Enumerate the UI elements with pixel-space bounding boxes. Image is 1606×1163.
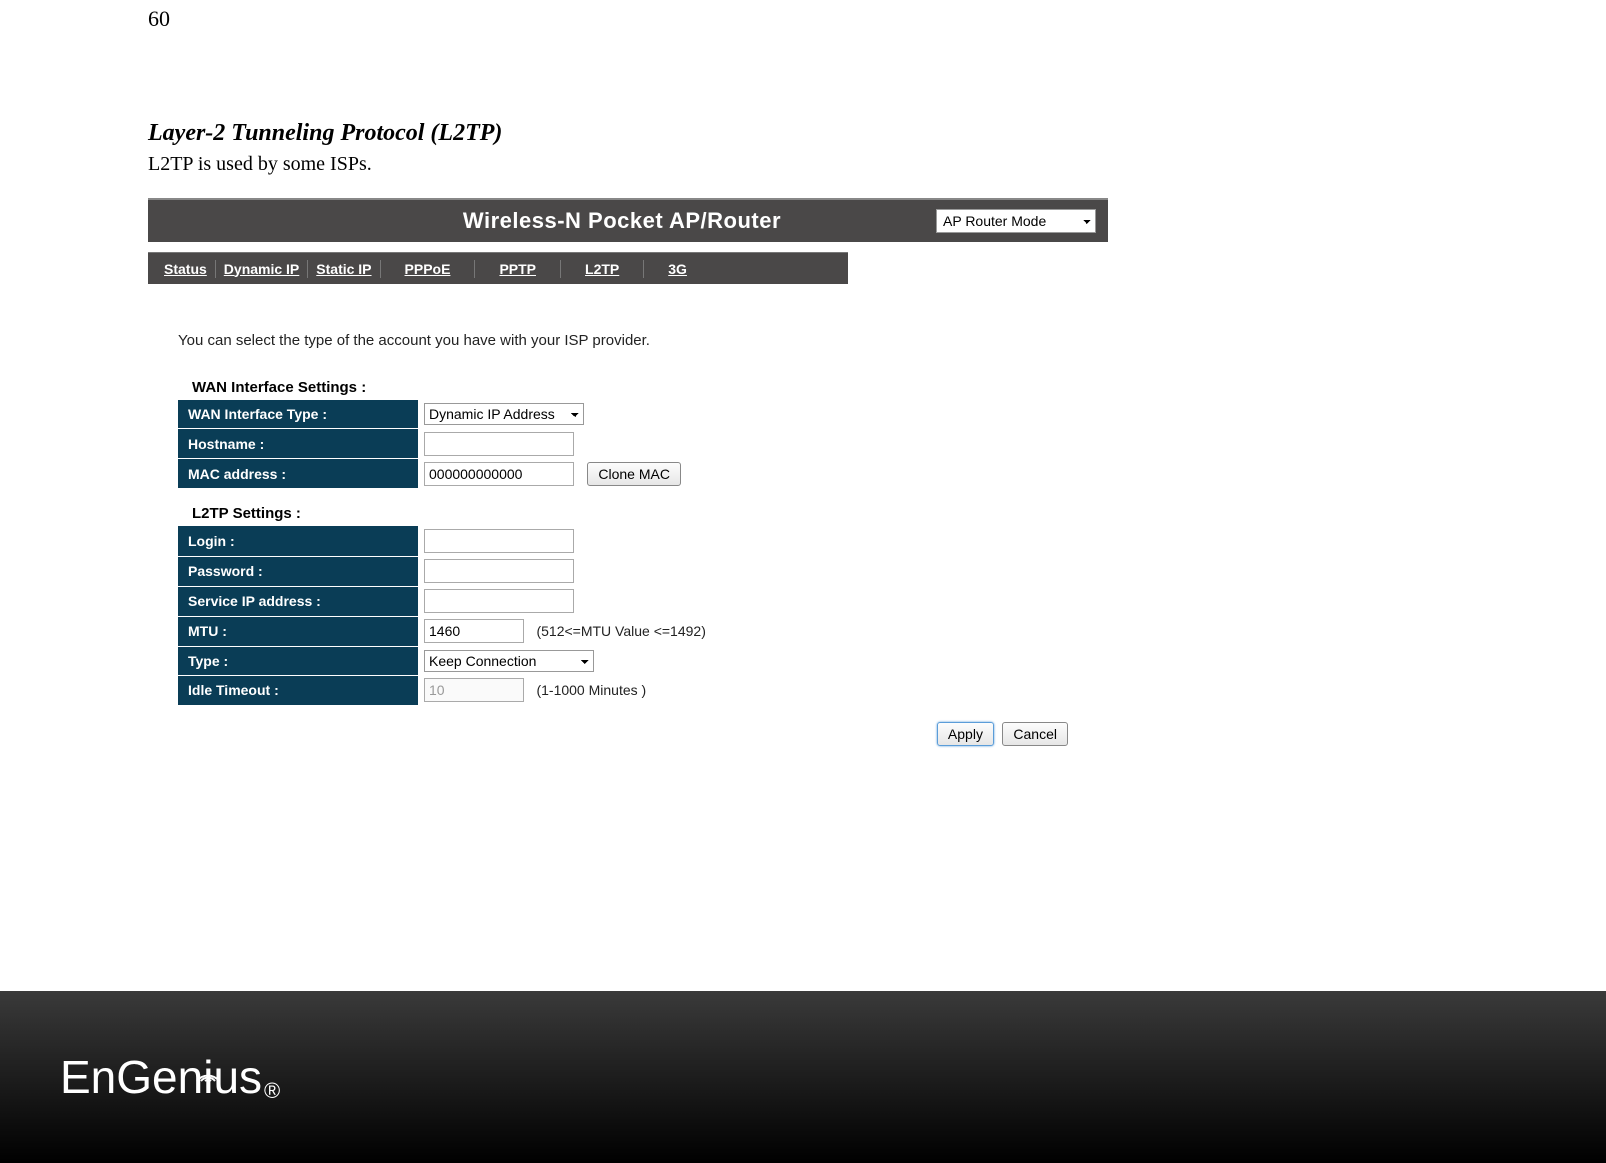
label-hostname: Hostname : (178, 429, 418, 459)
row-type: Type : Keep Connection (178, 646, 712, 675)
cancel-button[interactable]: Cancel (1002, 722, 1068, 746)
label-password: Password : (178, 556, 418, 586)
service-ip-input[interactable] (424, 589, 574, 613)
nav-tabs: Status Dynamic IP Static IP PPPoE PPTP L… (148, 252, 848, 284)
router-admin-panel: Wireless-N Pocket AP/Router AP Router Mo… (148, 198, 1108, 746)
label-wan-type: WAN Interface Type : (178, 400, 418, 429)
tab-l2tp[interactable]: L2TP (561, 260, 644, 278)
row-password: Password : (178, 556, 712, 586)
clone-mac-button[interactable]: Clone MAC (587, 462, 681, 486)
tab-static-ip[interactable]: Static IP (308, 260, 380, 278)
row-login: Login : (178, 526, 712, 556)
l2tp-group-title: L2TP Settings : (192, 505, 1048, 522)
row-mac: MAC address : Clone MAC (178, 459, 687, 489)
hostname-input[interactable] (424, 432, 574, 456)
row-hostname: Hostname : (178, 429, 687, 459)
mac-input[interactable] (424, 462, 574, 486)
label-type: Type : (178, 646, 418, 675)
login-input[interactable] (424, 529, 574, 553)
wifi-icon (195, 1040, 221, 1094)
label-mtu: MTU : (178, 616, 418, 646)
wan-type-select[interactable]: Dynamic IP Address (424, 403, 584, 425)
intro-text: You can select the type of the account y… (178, 332, 1048, 349)
row-wan-type: WAN Interface Type : Dynamic IP Address (178, 400, 687, 429)
row-service-ip: Service IP address : (178, 586, 712, 616)
mtu-input[interactable] (424, 619, 524, 643)
apply-button[interactable]: Apply (937, 722, 994, 746)
action-row: Apply Cancel (178, 722, 1078, 746)
mode-select[interactable]: AP Router Mode (936, 209, 1096, 233)
registered-mark: ® (264, 1078, 280, 1104)
brand-logo: EnGenius® (60, 1050, 280, 1104)
header-title: Wireless-N Pocket AP/Router (148, 208, 936, 234)
idle-timeout-input[interactable] (424, 678, 524, 702)
label-service-ip: Service IP address : (178, 586, 418, 616)
label-mac: MAC address : (178, 459, 418, 489)
idle-hint: (1-1000 Minutes ) (528, 682, 646, 698)
section-description: L2TP is used by some ISPs. (148, 153, 1248, 176)
password-input[interactable] (424, 559, 574, 583)
wan-group-title: WAN Interface Settings : (192, 379, 1048, 396)
header-bar: Wireless-N Pocket AP/Router AP Router Mo… (148, 198, 1108, 242)
tab-dynamic-ip[interactable]: Dynamic IP (216, 260, 308, 278)
footer: EnGenius® (0, 991, 1606, 1163)
mtu-hint: (512<=MTU Value <=1492) (528, 623, 705, 639)
page-number: 60 (148, 6, 170, 32)
tab-status[interactable]: Status (156, 260, 216, 278)
label-login: Login : (178, 526, 418, 556)
tab-3g[interactable]: 3G (644, 260, 711, 278)
section-title: Layer-2 Tunneling Protocol (L2TP) (148, 120, 1248, 147)
wan-settings-table: WAN Interface Type : Dynamic IP Address … (178, 400, 687, 489)
label-idle: Idle Timeout : (178, 675, 418, 705)
l2tp-settings-table: Login : Password : Service IP address : … (178, 526, 712, 706)
tab-pptp[interactable]: PPTP (475, 260, 561, 278)
row-mtu: MTU : (512<=MTU Value <=1492) (178, 616, 712, 646)
connection-type-select[interactable]: Keep Connection (424, 650, 594, 672)
row-idle: Idle Timeout : (1-1000 Minutes ) (178, 675, 712, 705)
tab-pppoe[interactable]: PPPoE (381, 260, 476, 278)
